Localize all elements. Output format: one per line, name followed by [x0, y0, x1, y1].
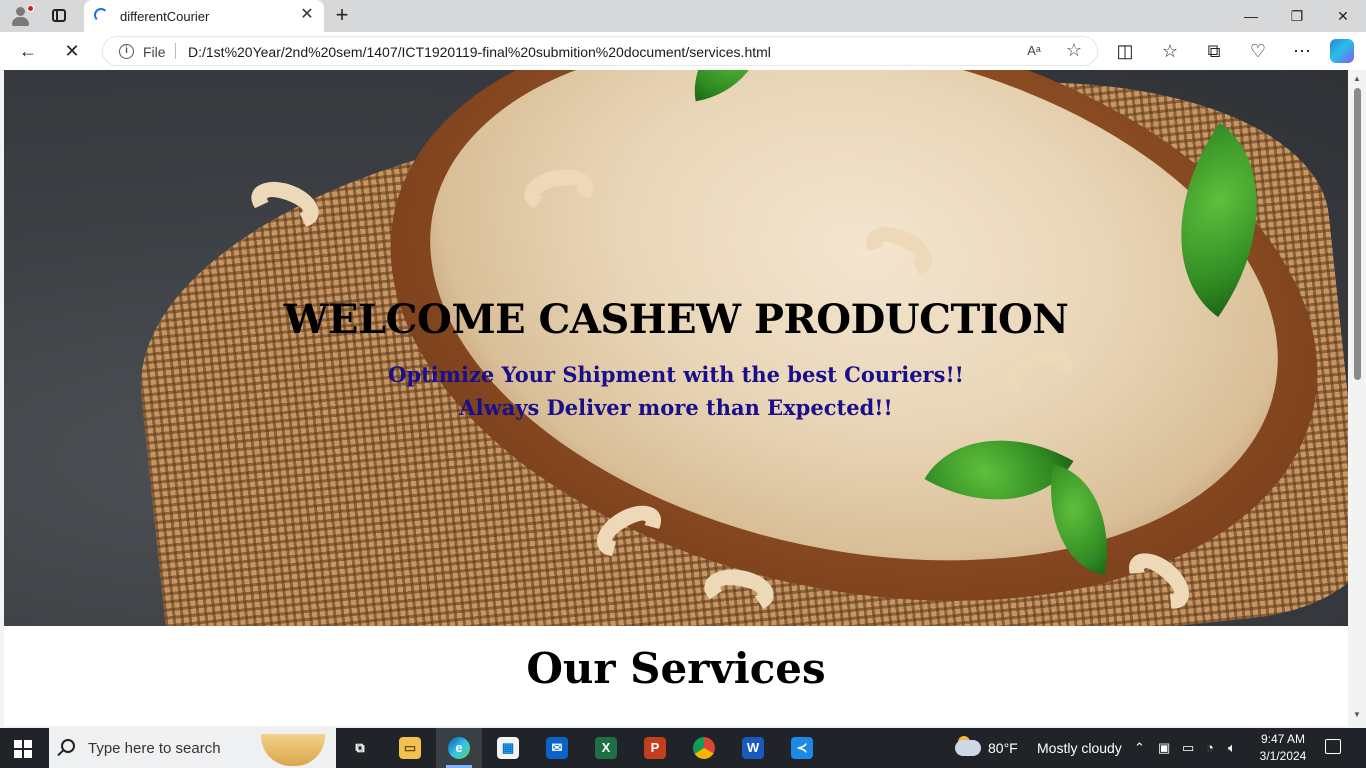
- minimize-icon[interactable]: —: [1238, 4, 1264, 28]
- powerpoint-icon[interactable]: P: [632, 728, 678, 768]
- scroll-down-icon[interactable]: ▼: [1353, 710, 1361, 719]
- windows-start-icon[interactable]: [14, 740, 32, 758]
- address-bar[interactable]: i File D:/1st%20Year/2nd%20sem/1407/ICT1…: [102, 36, 1098, 66]
- restore-icon[interactable]: ❐: [1284, 4, 1310, 28]
- new-tab-icon[interactable]: +: [330, 3, 354, 27]
- hero-title: WELCOME CASHEW PRODUCTION: [283, 296, 1069, 343]
- excel-icon[interactable]: X: [583, 728, 629, 768]
- loading-spinner-icon: [94, 8, 108, 22]
- browser-tab[interactable]: differentCourier ✕: [84, 0, 324, 32]
- chrome-icon[interactable]: [681, 728, 727, 768]
- copilot-icon[interactable]: [1330, 39, 1354, 63]
- favorites-icon[interactable]: ☆: [1158, 39, 1182, 63]
- clock-date: 3/1/2024: [1259, 749, 1307, 763]
- hero-tagline-1: Optimize Your Shipment with the best Cou…: [388, 362, 964, 387]
- profile-avatar-icon[interactable]: [8, 4, 34, 28]
- browser-toolbar: ← ✕ i File D:/1st%20Year/2nd%20sem/1407/…: [0, 32, 1366, 70]
- address-separator: [175, 43, 176, 59]
- task-view-icon[interactable]: ⧉: [337, 728, 383, 768]
- edge-icon[interactable]: e: [436, 728, 482, 768]
- favorite-star-icon[interactable]: ☆: [1063, 39, 1085, 61]
- info-icon[interactable]: i: [119, 44, 134, 59]
- services-heading: Our Services: [526, 644, 826, 693]
- search-highlight-icon: [261, 734, 325, 766]
- taskbar-search-box[interactable]: Type here to search: [49, 728, 336, 768]
- close-tab-icon[interactable]: ✕: [298, 6, 316, 24]
- tab-strip: differentCourier ✕ + — ❐ ✕: [0, 0, 1366, 32]
- url-text[interactable]: D:/1st%20Year/2nd%20sem/1407/ICT1920119-…: [188, 44, 771, 60]
- system-clock[interactable]: 9:47 AM 3/1/2024: [1250, 731, 1316, 765]
- taskbar: Type here to search ⧉ ▭ e ▦ ✉ X P W ≺ 80…: [0, 728, 1366, 768]
- vscode-icon[interactable]: ≺: [779, 728, 825, 768]
- browser-essentials-icon[interactable]: ♡: [1246, 39, 1270, 63]
- file-explorer-icon[interactable]: ▭: [387, 728, 433, 768]
- search-placeholder: Type here to search: [88, 740, 221, 757]
- mail-icon[interactable]: ✉: [534, 728, 580, 768]
- hero-tagline-2: Always Deliver more than Expected!!: [459, 395, 893, 420]
- scroll-up-icon[interactable]: ▲: [1353, 74, 1361, 83]
- page-scrollbar[interactable]: ▲ ▼: [1348, 70, 1366, 726]
- notification-center-icon[interactable]: [1325, 739, 1341, 754]
- scheme-label: File: [143, 44, 166, 60]
- word-icon[interactable]: W: [730, 728, 776, 768]
- volume-icon[interactable]: 🔈︎: [1228, 740, 1236, 756]
- back-icon[interactable]: ←: [16, 39, 40, 63]
- collections-icon[interactable]: ⧉: [1202, 39, 1226, 63]
- search-icon: [61, 739, 75, 753]
- page-viewport: WELCOME CASHEW PRODUCTION Optimize Your …: [4, 70, 1348, 726]
- close-window-icon[interactable]: ✕: [1330, 4, 1356, 28]
- weather-description: Mostly cloudy: [1037, 740, 1122, 756]
- tab-title: differentCourier: [120, 9, 210, 24]
- scrollbar-thumb[interactable]: [1354, 88, 1361, 380]
- show-hidden-icons-icon[interactable]: ⌃: [1134, 740, 1145, 756]
- battery-icon[interactable]: ▭: [1182, 740, 1194, 756]
- clock-time: 9:47 AM: [1260, 732, 1306, 746]
- read-aloud-icon[interactable]: Aᵃ: [1023, 41, 1045, 61]
- more-menu-icon[interactable]: ⋯: [1290, 39, 1314, 63]
- cloud-icon: [955, 740, 981, 756]
- weather-temperature: 80°F: [988, 740, 1018, 756]
- hero-banner: WELCOME CASHEW PRODUCTION Optimize Your …: [4, 70, 1348, 626]
- split-screen-icon[interactable]: ◫: [1113, 39, 1137, 63]
- tab-actions-icon[interactable]: [50, 7, 68, 25]
- stop-loading-icon[interactable]: ✕: [60, 39, 84, 63]
- store-icon[interactable]: ▦: [485, 728, 531, 768]
- wifi-icon[interactable]: ◔: [1206, 740, 1214, 755]
- meet-now-icon[interactable]: ▣: [1158, 740, 1170, 756]
